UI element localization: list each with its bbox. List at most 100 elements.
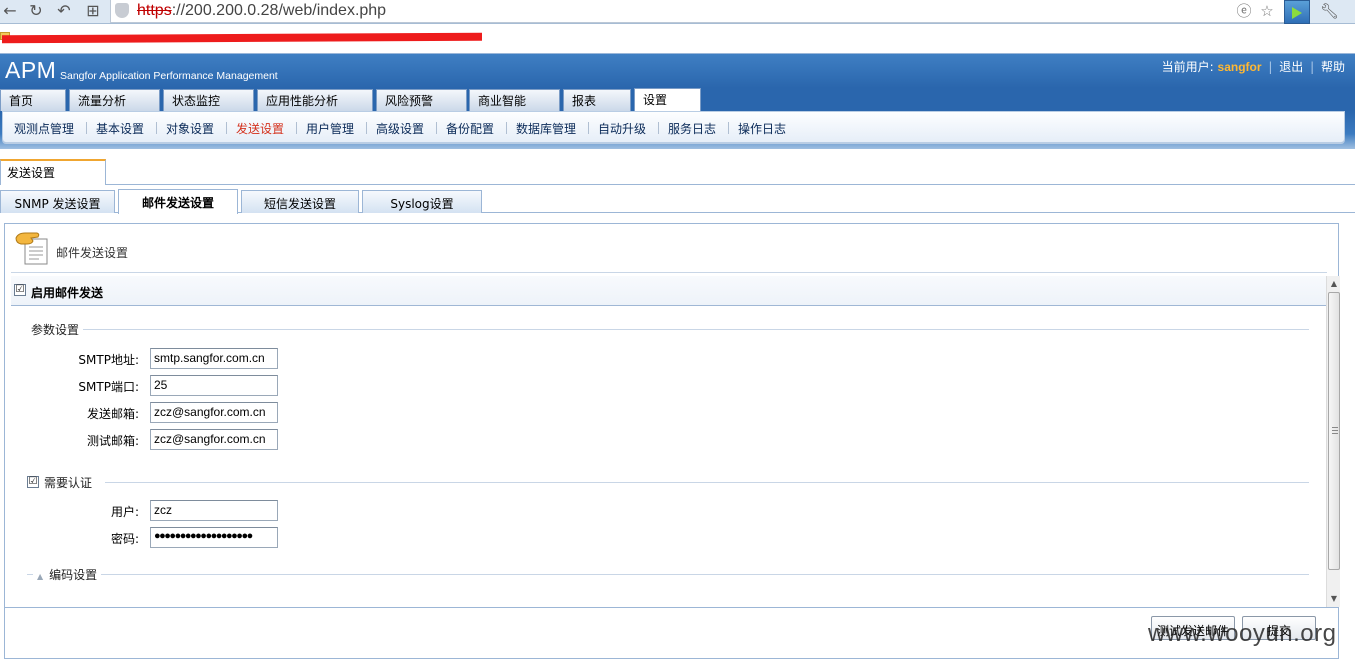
divider (296, 122, 297, 134)
divider: | (1310, 60, 1315, 74)
compat-mode-icon[interactable]: ⓔ (1235, 2, 1253, 20)
divider: | (1268, 60, 1273, 74)
tab-reports[interactable]: 报表 (563, 89, 631, 112)
encoding-legend: 编码设置 (49, 568, 98, 582)
require-auth-label: 需要认证 (44, 476, 93, 490)
tab-syslog-settings[interactable]: Syslog设置 (362, 190, 482, 213)
require-auth-checkbox[interactable]: ☑ (27, 476, 39, 488)
send-settings-tabs: SNMP 发送设置 邮件发送设置 短信发送设置 Syslog设置 (0, 185, 1355, 214)
menu-auto-upgrade[interactable]: 自动升级 (598, 120, 646, 137)
menu-advanced-settings[interactable]: 高级设置 (376, 120, 424, 137)
bookmark-star-icon[interactable]: ☆ (1258, 2, 1276, 20)
main-nav: 首页 流量分析 状态监控 应用性能分析 风险预警 商业智能 报表 设置 (0, 88, 1355, 112)
help-link[interactable]: 帮助 (1321, 60, 1345, 74)
auth-password-input[interactable]: ●●●●●●●●●●●●●●●●●●● (150, 527, 278, 548)
scroll-down-icon[interactable]: ▼ (1327, 592, 1341, 606)
security-shield-icon (115, 3, 129, 18)
scroll-grip-icon (1332, 427, 1338, 434)
page-tab-send-settings[interactable]: 发送设置 (0, 159, 106, 186)
auth-fieldset-border (27, 482, 1309, 483)
current-user-label: 当前用户: (1161, 60, 1214, 74)
divider (156, 122, 157, 134)
tab-app-performance[interactable]: 应用性能分析 (257, 89, 373, 112)
auth-user-input[interactable]: zcz (150, 500, 278, 521)
back-icon[interactable]: ← (0, 1, 20, 21)
menu-object-settings[interactable]: 对象设置 (166, 120, 214, 137)
auth-password-label: 密码: (110, 532, 139, 546)
settings-hand-icon (15, 232, 48, 265)
divider (728, 122, 729, 134)
panel-scrollbar[interactable]: ▲ ▼ (1326, 276, 1340, 607)
menu-database-management[interactable]: 数据库管理 (516, 120, 576, 137)
encoding-legend-box[interactable]: ▲ 编码设置 (33, 566, 102, 583)
tab-settings[interactable]: 设置 (634, 88, 701, 112)
user-area: 当前用户: sangfor | 退出 | 帮助 (1162, 58, 1345, 75)
tab-business-intelligence[interactable]: 商业智能 (469, 89, 560, 112)
menu-backup-config[interactable]: 备份配置 (446, 120, 494, 137)
wrench-icon[interactable]: 🔧︎ (1320, 2, 1339, 20)
enable-email-row: ☑ 启用邮件发送 (11, 276, 1327, 306)
menu-service-log[interactable]: 服务日志 (668, 120, 716, 137)
url-scheme: https (137, 2, 172, 19)
test-email-label: 测试邮箱: (86, 434, 139, 448)
smtp-host-label: SMTP地址: (78, 353, 139, 367)
reload-icon[interactable]: ↻ (26, 1, 46, 21)
auth-user-label: 用户: (110, 505, 139, 519)
encoding-fieldset-border (27, 574, 1309, 575)
sender-email-input[interactable]: zcz@sangfor.com.cn (150, 402, 278, 423)
menu-observation-points[interactable]: 观测点管理 (14, 120, 74, 137)
divider (11, 272, 1327, 273)
divider (86, 122, 87, 134)
auth-legend-box: ☑ 需要认证 (25, 474, 105, 491)
tab-status-monitor[interactable]: 状态监控 (163, 89, 254, 112)
menu-user-management[interactable]: 用户管理 (306, 120, 354, 137)
tab-snmp-settings[interactable]: SNMP 发送设置 (0, 190, 115, 213)
logout-link[interactable]: 退出 (1279, 60, 1303, 74)
settings-sub-menu: 观测点管理 基本设置 对象设置 发送设置 用户管理 高级设置 备份配置 数据库管… (2, 111, 1345, 143)
app-logo-subtitle: Sangfor Application Performance Manageme… (60, 70, 278, 82)
page-tab-strip: 发送设置 (0, 150, 1355, 186)
scroll-up-icon[interactable]: ▲ (1327, 277, 1341, 291)
current-user-name: sangfor (1217, 60, 1262, 74)
divider (506, 122, 507, 134)
app-logo: APM (5, 57, 57, 83)
divider (5, 607, 1338, 608)
panel-title: 邮件发送设置 (56, 246, 129, 260)
extension-icon[interactable] (1284, 0, 1310, 24)
tab-sms-settings[interactable]: 短信发送设置 (241, 190, 359, 213)
app-header: APM Sangfor Application Performance Mana… (0, 54, 1355, 88)
grid-icon[interactable]: ⊞ (83, 1, 103, 21)
submit-button[interactable]: 提交 (1242, 616, 1316, 640)
tab-risk-alert[interactable]: 风险预警 (376, 89, 467, 112)
menu-operation-log[interactable]: 操作日志 (738, 120, 786, 137)
tab-traffic-analysis[interactable]: 流量分析 (69, 89, 160, 112)
collapse-arrow-icon[interactable]: ▲ (37, 572, 43, 581)
tab-email-settings[interactable]: 邮件发送设置 (118, 189, 238, 214)
params-legend: 参数设置 (27, 321, 84, 338)
test-send-email-button[interactable]: 测试发送邮件 (1151, 616, 1235, 640)
smtp-port-label: SMTP端口: (78, 380, 139, 394)
divider (588, 122, 589, 134)
address-bar[interactable]: https://200.200.0.28/web/index.php (110, 0, 1310, 23)
scroll-thumb[interactable] (1328, 292, 1340, 570)
sender-email-label: 发送邮箱: (86, 407, 139, 421)
url-text[interactable]: https://200.200.0.28/web/index.php (137, 1, 386, 21)
divider (226, 122, 227, 134)
params-fieldset-border (27, 329, 1309, 330)
menu-send-settings[interactable]: 发送设置 (236, 120, 284, 137)
smtp-port-input[interactable]: 25 (150, 375, 278, 396)
url-host-path: ://200.200.0.28/web/index.php (171, 2, 387, 19)
test-email-input[interactable]: zcz@sangfor.com.cn (150, 429, 278, 450)
divider (366, 122, 367, 134)
divider (436, 122, 437, 134)
smtp-host-input[interactable]: smtp.sangfor.com.cn (150, 348, 278, 369)
redaction-mark (2, 32, 482, 44)
enable-email-label: 启用邮件发送 (31, 286, 104, 300)
undo-icon[interactable]: ↶ (54, 1, 74, 21)
browser-toolbar: ← ↻ ↶ ⊞ https://200.200.0.28/web/index.p… (0, 0, 1355, 24)
divider (658, 122, 659, 134)
menu-basic-settings[interactable]: 基本设置 (96, 120, 144, 137)
tab-home[interactable]: 首页 (0, 89, 66, 112)
enable-email-checkbox[interactable]: ☑ (14, 284, 26, 296)
bookmark-bar (0, 24, 1355, 54)
